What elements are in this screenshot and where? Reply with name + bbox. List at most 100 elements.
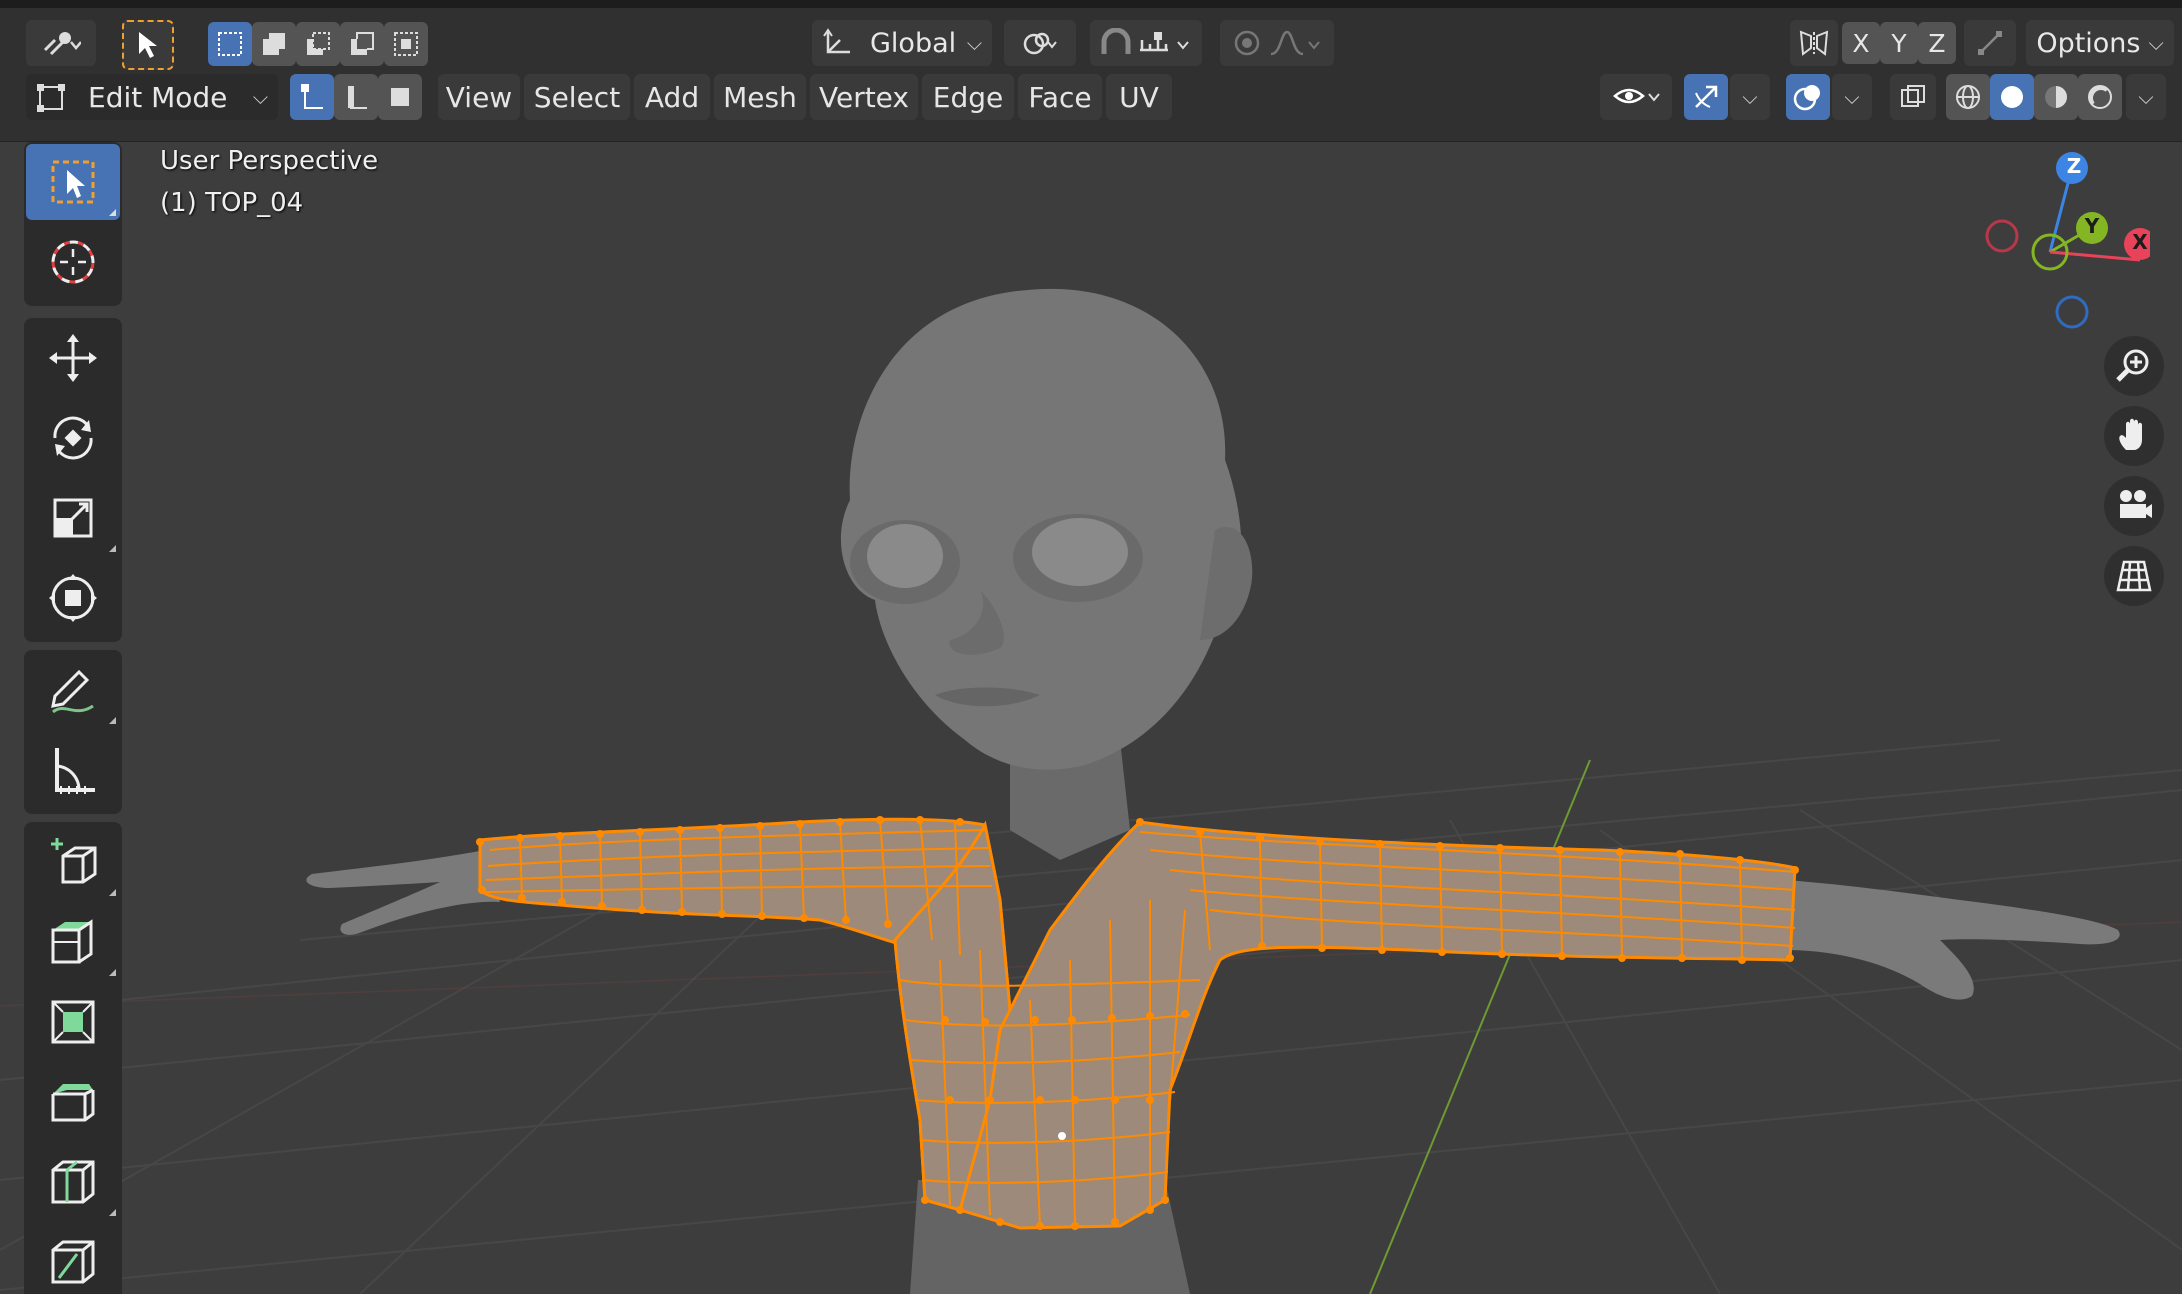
menu-view[interactable]: View <box>438 74 520 120</box>
mode-dropdown[interactable]: Edit Mode ⌵ <box>26 74 278 120</box>
chevron-down-icon: ⌵ <box>966 31 982 55</box>
toolbar-group-select <box>24 142 122 306</box>
gizmo-z-label: Z <box>2066 154 2082 178</box>
butterfly-icon <box>1799 30 1829 56</box>
camera-view-button[interactable] <box>2104 476 2164 536</box>
magnet-icon <box>1101 28 1131 54</box>
select-mode-invert-button[interactable] <box>340 22 384 66</box>
edit-mode-icon <box>37 84 65 112</box>
gizmo-y-label: Y <box>2084 214 2100 238</box>
select-box-icon <box>51 160 95 204</box>
editor-type-button[interactable] <box>26 20 96 66</box>
select-invert-icon <box>351 32 374 55</box>
tool-add-cube[interactable] <box>26 824 120 900</box>
annotate-icon <box>51 669 94 714</box>
camera-icon <box>2120 490 2152 518</box>
gizmo-neg-x[interactable] <box>1985 219 2019 253</box>
menu-add[interactable]: Add <box>634 74 710 120</box>
chevron-down-icon: ⌵ <box>1844 85 1860 109</box>
mirror-z-toggle[interactable]: Z <box>1918 22 1956 64</box>
tool-annotate[interactable] <box>26 652 120 728</box>
options-dropdown[interactable]: Options ⌵ <box>2026 20 2174 66</box>
menu-uv[interactable]: UV <box>1106 74 1172 120</box>
gizmo-toggle[interactable] <box>1684 74 1728 120</box>
perspective-label: User Perspective <box>160 146 379 176</box>
topology-mirror-toggle[interactable] <box>1964 20 2016 66</box>
mirror-x-toggle[interactable]: X <box>1842 22 1880 64</box>
mirror-y-toggle[interactable]: Y <box>1880 22 1918 64</box>
tool-loop-cut[interactable] <box>26 1144 120 1220</box>
pivot-point-dropdown[interactable] <box>1004 20 1076 66</box>
ortho-toggle-button[interactable] <box>2104 546 2164 606</box>
tool-bevel[interactable] <box>26 1064 120 1140</box>
material-sphere-icon <box>2045 86 2067 108</box>
shading-wireframe-button[interactable] <box>1946 74 1990 120</box>
gizmo-dropdown[interactable]: ⌵ <box>1730 74 1770 120</box>
vertex-select-mode-button[interactable] <box>290 74 334 120</box>
3d-viewport[interactable]: User Perspective (1) TOP_04 Z Y X <box>0 142 2182 1294</box>
menu-face[interactable]: Face <box>1018 74 1102 120</box>
tool-cursor[interactable] <box>26 224 120 300</box>
mode-label: Edit Mode <box>88 80 228 114</box>
menu-vertex[interactable]: Vertex <box>810 74 918 120</box>
tool-rotate[interactable] <box>26 400 120 476</box>
shading-rendered-button[interactable] <box>2078 74 2122 120</box>
options-label: Options <box>2036 27 2141 59</box>
bevel-icon <box>51 1084 95 1122</box>
select-mode-subtract-button[interactable] <box>296 22 340 66</box>
chevron-down-icon: ⌵ <box>2148 31 2164 55</box>
shirt-mesh <box>476 816 1799 1230</box>
grid-view-icon <box>2116 560 2152 592</box>
transform-orientation-dropdown[interactable]: Global ⌵ <box>812 20 992 66</box>
gizmo-neg-z[interactable] <box>2055 295 2089 329</box>
zoom-icon <box>2116 349 2149 382</box>
tool-knife[interactable] <box>26 1224 120 1294</box>
edge-select-icon <box>348 86 367 109</box>
orientation-axes-icon <box>823 28 850 54</box>
extrude-icon <box>51 919 93 964</box>
select-mode-extend-button[interactable] <box>252 22 296 66</box>
transform-icon <box>49 574 97 622</box>
visibility-dropdown[interactable] <box>1600 74 1672 120</box>
move-icon <box>49 334 97 382</box>
falloff-curve-icon <box>1270 30 1320 56</box>
shading-material-button[interactable] <box>2034 74 2078 120</box>
menu-mesh[interactable]: Mesh <box>714 74 806 120</box>
tool-corner-indicator <box>109 889 116 896</box>
tool-move[interactable] <box>26 320 120 396</box>
viewport-scene <box>0 288 2182 1294</box>
tool-select-box[interactable] <box>26 144 120 220</box>
menu-select[interactable]: Select <box>524 74 630 120</box>
solid-sphere-icon <box>2001 86 2023 108</box>
edge-select-mode-button[interactable] <box>334 74 378 120</box>
object-label: (1) TOP_04 <box>160 188 304 218</box>
shading-dropdown[interactable]: ⌵ <box>2126 74 2166 120</box>
tool-measure[interactable] <box>26 732 120 808</box>
select-mode-new-button[interactable] <box>208 22 252 66</box>
hand-pan-icon <box>2119 418 2142 450</box>
tool-settings-header: Global ⌵ X Y Z Options ⌵ <box>0 0 2182 76</box>
inset-icon <box>51 1000 95 1044</box>
overlays-toggle[interactable] <box>1786 74 1830 120</box>
proportional-editing-group[interactable] <box>1220 20 1334 66</box>
editor-type-icon <box>43 32 81 56</box>
tool-inset[interactable] <box>26 984 120 1060</box>
cursor-icon <box>51 240 95 284</box>
overlays-dropdown[interactable]: ⌵ <box>1832 74 1872 120</box>
mirror-toggle[interactable] <box>1790 20 1838 66</box>
tool-scale[interactable] <box>26 480 120 556</box>
tool-extrude[interactable] <box>26 904 120 980</box>
select-tool-button[interactable] <box>122 20 174 70</box>
xray-toggle[interactable] <box>1890 74 1936 120</box>
select-extend-icon <box>263 33 285 55</box>
gizmo-icon <box>1695 85 1718 108</box>
shading-solid-button[interactable] <box>1990 74 2034 120</box>
select-mode-intersect-button[interactable] <box>384 22 428 66</box>
zoom-button[interactable] <box>2104 336 2164 396</box>
tool-corner-indicator <box>109 717 116 724</box>
face-select-mode-button[interactable] <box>378 74 422 120</box>
snapping-group[interactable] <box>1090 20 1202 66</box>
menu-edge[interactable]: Edge <box>922 74 1014 120</box>
tool-transform[interactable] <box>26 560 120 636</box>
pan-button[interactable] <box>2104 406 2164 466</box>
